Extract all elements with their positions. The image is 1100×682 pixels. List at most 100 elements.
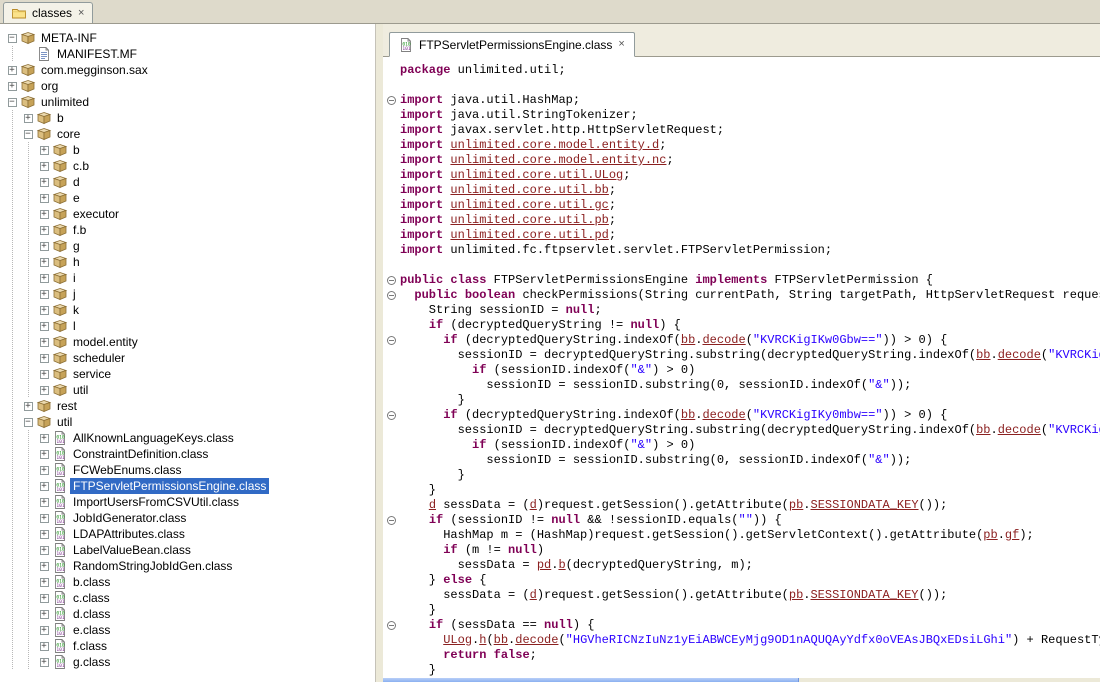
- code-reference-link[interactable]: pb: [789, 498, 803, 512]
- code-reference-link[interactable]: unlimited.core.util.bb: [450, 183, 608, 197]
- code-reference-link[interactable]: SESSIONDATA_KEY: [811, 498, 919, 512]
- tree-item-constraintdefinition-class[interactable]: +010101ConstraintDefinition.class: [0, 446, 375, 462]
- code-reference-link[interactable]: SESSIONDATA_KEY: [810, 588, 918, 602]
- close-icon[interactable]: ×: [617, 39, 625, 50]
- code-reference-link[interactable]: d: [429, 498, 436, 512]
- expand-expander-icon[interactable]: +: [40, 162, 49, 171]
- tree-item-labelvaluebean-class[interactable]: +010101LabelValueBean.class: [0, 542, 375, 558]
- fold-collapse-icon[interactable]: [387, 411, 396, 420]
- expand-expander-icon[interactable]: +: [40, 370, 49, 379]
- code-reference-link[interactable]: unlimited.core.util.gc: [450, 198, 608, 212]
- tree-item-org[interactable]: +org: [0, 78, 375, 94]
- expand-expander-icon[interactable]: +: [40, 530, 49, 539]
- tree-item-c-class[interactable]: +010101c.class: [0, 590, 375, 606]
- expand-expander-icon[interactable]: +: [40, 226, 49, 235]
- fold-collapse-icon[interactable]: [387, 291, 396, 300]
- code-reference-link[interactable]: b: [558, 558, 565, 572]
- expand-expander-icon[interactable]: +: [40, 386, 49, 395]
- code-reference-link[interactable]: gf: [1005, 528, 1019, 542]
- code-reference-link[interactable]: unlimited.core.model.entity.nc: [450, 153, 666, 167]
- tree-item-ldapattributes-class[interactable]: +010101LDAPAttributes.class: [0, 526, 375, 542]
- collapse-expander-icon[interactable]: −: [24, 130, 33, 139]
- expand-expander-icon[interactable]: +: [24, 114, 33, 123]
- expand-expander-icon[interactable]: +: [40, 338, 49, 347]
- expand-expander-icon[interactable]: +: [40, 626, 49, 635]
- expand-expander-icon[interactable]: +: [40, 194, 49, 203]
- tree-item-unlimited[interactable]: −unlimited: [0, 94, 375, 110]
- expand-expander-icon[interactable]: +: [40, 514, 49, 523]
- collapse-expander-icon[interactable]: −: [8, 34, 17, 43]
- tree-item-i[interactable]: +i: [0, 270, 375, 286]
- code-reference-link[interactable]: ULog: [443, 633, 472, 647]
- tree-item-randomstringjobidgen-class[interactable]: +010101RandomStringJobIdGen.class: [0, 558, 375, 574]
- code-reference-link[interactable]: bb: [681, 333, 695, 347]
- tree-item-ftpservletpermissionsengine-class[interactable]: +010101FTPServletPermissionsEngine.class: [0, 478, 375, 494]
- expand-expander-icon[interactable]: +: [8, 66, 17, 75]
- code-reference-link[interactable]: decode: [515, 633, 558, 647]
- tree-item-d[interactable]: +d: [0, 174, 375, 190]
- tree-item-e-class[interactable]: +010101e.class: [0, 622, 375, 638]
- code-reference-link[interactable]: decode: [998, 423, 1041, 437]
- scrollbar-thumb[interactable]: [383, 678, 799, 682]
- fold-collapse-icon[interactable]: [387, 336, 396, 345]
- code-reference-link[interactable]: bb: [494, 633, 508, 647]
- tree-item-meta-inf[interactable]: −META-INF: [0, 30, 375, 46]
- tree-item-d-class[interactable]: +010101d.class: [0, 606, 375, 622]
- expand-expander-icon[interactable]: +: [40, 482, 49, 491]
- code-reference-link[interactable]: decode: [702, 333, 745, 347]
- code-reference-link[interactable]: unlimited.core.util.pd: [450, 228, 608, 242]
- expand-expander-icon[interactable]: +: [40, 546, 49, 555]
- collapse-expander-icon[interactable]: −: [24, 418, 33, 427]
- tree-item-g[interactable]: +g: [0, 238, 375, 254]
- expand-expander-icon[interactable]: +: [40, 610, 49, 619]
- tree-item-service[interactable]: +service: [0, 366, 375, 382]
- code-reference-link[interactable]: pb: [789, 588, 803, 602]
- expand-expander-icon[interactable]: +: [40, 146, 49, 155]
- expand-expander-icon[interactable]: +: [8, 82, 17, 91]
- expand-expander-icon[interactable]: +: [40, 642, 49, 651]
- tree-item-core[interactable]: −core: [0, 126, 375, 142]
- tree-item-c-b[interactable]: +c.b: [0, 158, 375, 174]
- expand-expander-icon[interactable]: +: [40, 434, 49, 443]
- expand-expander-icon[interactable]: +: [40, 594, 49, 603]
- code-reference-link[interactable]: unlimited.core.util.ULog: [450, 168, 623, 182]
- tree-item-scheduler[interactable]: +scheduler: [0, 350, 375, 366]
- code-reference-link[interactable]: unlimited.core.model.entity.d: [450, 138, 659, 152]
- tree-item-model-entity[interactable]: +model.entity: [0, 334, 375, 350]
- fold-collapse-icon[interactable]: [387, 276, 396, 285]
- expand-expander-icon[interactable]: +: [40, 354, 49, 363]
- expand-expander-icon[interactable]: +: [40, 578, 49, 587]
- code-reference-link[interactable]: decode: [702, 408, 745, 422]
- tree-item-k[interactable]: +k: [0, 302, 375, 318]
- code-reference-link[interactable]: d: [530, 498, 537, 512]
- tree-item-com-megginson-sax[interactable]: +com.megginson.sax: [0, 62, 375, 78]
- tree-item-e[interactable]: +e: [0, 190, 375, 206]
- tree-item-l[interactable]: +l: [0, 318, 375, 334]
- code-reference-link[interactable]: d: [530, 588, 537, 602]
- expand-expander-icon[interactable]: +: [40, 322, 49, 331]
- close-icon[interactable]: ×: [77, 8, 85, 19]
- code-reference-link[interactable]: bb: [681, 408, 695, 422]
- code-reference-link[interactable]: bb: [976, 423, 990, 437]
- code-reference-link[interactable]: unlimited.core.util.pb: [450, 213, 608, 227]
- tree-item-f-class[interactable]: +010101f.class: [0, 638, 375, 654]
- fold-collapse-icon[interactable]: [387, 516, 396, 525]
- tree-item-rest[interactable]: +rest: [0, 398, 375, 414]
- expand-expander-icon[interactable]: +: [40, 658, 49, 667]
- jar-tab-classes[interactable]: classes ×: [3, 2, 93, 23]
- expand-expander-icon[interactable]: +: [40, 290, 49, 299]
- collapse-expander-icon[interactable]: −: [8, 98, 17, 107]
- tree-item-executor[interactable]: +executor: [0, 206, 375, 222]
- tree-item-util[interactable]: −util: [0, 414, 375, 430]
- code-view[interactable]: package unlimited.util;import java.util.…: [383, 63, 1100, 678]
- expand-expander-icon[interactable]: +: [40, 210, 49, 219]
- tree-item-j[interactable]: +j: [0, 286, 375, 302]
- fold-collapse-icon[interactable]: [387, 621, 396, 630]
- panel-splitter[interactable]: [376, 24, 383, 682]
- expand-expander-icon[interactable]: +: [24, 402, 33, 411]
- horizontal-scrollbar[interactable]: [383, 678, 1100, 682]
- expand-expander-icon[interactable]: +: [40, 466, 49, 475]
- tree-item-g-class[interactable]: +010101g.class: [0, 654, 375, 670]
- tree-item-jobidgenerator-class[interactable]: +010101JobIdGenerator.class: [0, 510, 375, 526]
- fold-collapse-icon[interactable]: [387, 96, 396, 105]
